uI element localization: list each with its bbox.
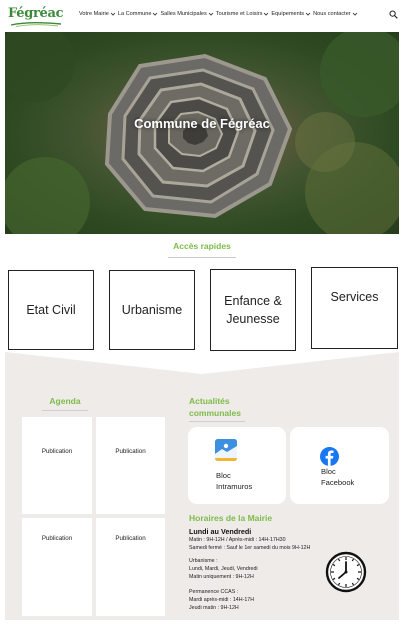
quick-access-title: Accès rapides (173, 241, 231, 251)
nav-tourisme-loisirs[interactable]: Tourisme et Loisirs (216, 11, 270, 17)
divider (189, 421, 245, 422)
hero-title: Commune de Fégréac (134, 116, 270, 131)
search-icon[interactable] (389, 10, 398, 19)
ccas-line: Jeudi matin : 9H-12H (189, 605, 239, 611)
chevron-down-icon (305, 12, 311, 16)
main-nav: Votre Mairie La Commune Salles Municipal… (79, 11, 360, 17)
agenda-card[interactable]: Publication (22, 518, 92, 616)
agenda-card-label: Publication (115, 448, 146, 455)
agenda-card-label: Publication (41, 448, 73, 455)
logo-text: Fégréac (8, 6, 64, 21)
chevron-down-icon (110, 12, 116, 16)
quick-access-etat-civil[interactable]: Etat Civil (8, 270, 94, 350)
hero-banner: Commune de Fégréac (5, 32, 399, 234)
quick-access-label: Enfance & (224, 293, 282, 308)
site-header: Fégréac Votre Mairie La Commune Salles M… (0, 0, 404, 32)
nav-votre-mairie[interactable]: Votre Mairie (79, 11, 116, 17)
nav-salles-municipales[interactable]: Salles Municipales (160, 11, 214, 17)
chevron-down-icon (208, 12, 214, 16)
urbanisme-hours: Matin uniquement : 9H-12H (189, 574, 254, 580)
hero-image (5, 32, 399, 234)
chevron-down-icon (153, 12, 158, 16)
quick-access-enfance-jeunesse[interactable]: Enfance & Jeunesse (210, 269, 296, 351)
agenda-card[interactable]: Publication (22, 417, 92, 514)
agenda-card[interactable]: Publication (96, 518, 165, 616)
horaires-days: Lundi au Vendredi (189, 527, 252, 536)
quick-access-urbanisme[interactable]: Urbanisme (109, 270, 195, 350)
quick-access-label: Services (330, 290, 379, 304)
divider (42, 410, 88, 411)
chevron-down-icon (264, 12, 269, 16)
nav-nous-contacter[interactable]: Nous contacter (313, 11, 358, 17)
chevron-down-icon (352, 12, 357, 16)
urbanisme-title: Urbanisme : (189, 558, 218, 564)
facebook-label: Bloc Facebook (321, 467, 355, 487)
clock-icon (325, 551, 367, 593)
horaires-line: Samedi fermé : Sauf le 1er samedi du moi… (189, 545, 311, 551)
agenda-title: Agenda (49, 396, 81, 406)
nav-equipements[interactable]: Equipements (271, 11, 311, 17)
actualites-title: Actualités communales (189, 396, 241, 419)
agenda-card-label: Publication (115, 535, 146, 542)
quick-access-label: Urbanisme (121, 302, 183, 317)
ccas-title: Permanence CCAS : (189, 589, 239, 595)
agenda-card[interactable]: Publication (96, 417, 165, 514)
agenda-card-label: Publication (41, 535, 73, 542)
quick-access-services[interactable]: Services (311, 267, 398, 349)
divider (168, 257, 236, 258)
quick-access-label: Etat Civil (26, 302, 76, 317)
logo-swoosh-icon (10, 22, 62, 27)
ccas-line: Mardi après-midi : 14H-17H (189, 597, 255, 603)
quick-access-label-2: Jeunesse (226, 312, 280, 326)
intramuros-card[interactable] (188, 427, 286, 504)
intramuros-label: Bloc Intramuros (216, 471, 253, 491)
horaires-line: Matin : 9H-12H / Après-midi : 14H-17H30 (189, 537, 286, 543)
horaires-title: Horaires de la Mairie (189, 513, 273, 523)
intramuros-icon (215, 439, 237, 461)
urbanisme-days: Lundi, Mardi, Jeudi, Vendredi (189, 566, 258, 572)
facebook-card[interactable] (290, 427, 389, 504)
site-logo[interactable]: Fégréac (8, 4, 66, 28)
facebook-icon (320, 447, 339, 466)
nav-la-commune[interactable]: La Commune (118, 11, 159, 17)
